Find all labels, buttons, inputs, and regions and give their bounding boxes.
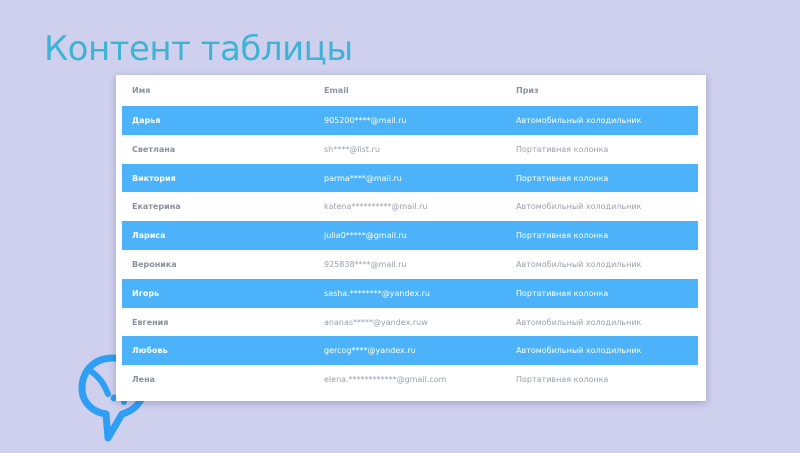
table-row: Евгения ananas*****@yandex.ruw Автомобил… — [122, 308, 698, 337]
table-header: Имя Email Приз — [116, 75, 706, 107]
cell-email: katena**********@mail.ru — [324, 202, 428, 212]
cell-prize: Автомобильный холодильник — [516, 116, 642, 125]
table-row: Екатерина katena**********@mail.ru Автом… — [122, 192, 698, 221]
cell-name: Лена — [132, 375, 155, 385]
cell-email: julia0*****@gmail.ru — [324, 231, 407, 241]
cell-prize: Портативная колонка — [516, 288, 609, 298]
cell-name: Дарья — [132, 116, 161, 125]
cell-prize: Портативная колонка — [516, 375, 609, 385]
cell-email: sasha.********@yandex.ru — [324, 288, 430, 298]
cell-prize: Автомобильный холодильник — [516, 259, 642, 269]
cell-name: Евгения — [132, 317, 169, 327]
cell-name: Виктория — [132, 173, 176, 183]
cell-prize: Портативная колонка — [516, 231, 609, 241]
cell-prize: Автомобильный холодильник — [516, 346, 642, 356]
page-title: Контент таблицы — [44, 29, 353, 69]
table-body: Дарья 905200****@mail.ru Автомобильный х… — [122, 106, 698, 394]
table-row: Игорь sasha.********@yandex.ru Портативн… — [122, 278, 698, 308]
column-header-email: Email — [324, 86, 349, 95]
cell-name: Любовь — [132, 346, 168, 356]
cell-email: parma****@mail.ru — [324, 173, 402, 183]
cell-email: sh****@list.ru — [324, 144, 380, 154]
table-row: Лариса julia0*****@gmail.ru Портативная … — [122, 221, 698, 250]
cell-prize: Автомобильный холодильник — [516, 202, 642, 212]
cell-prize: Портативная колонка — [516, 144, 609, 154]
table-row: Вероника 925838****@mail.ru Автомобильны… — [122, 250, 698, 279]
cell-name: Екатерина — [132, 202, 181, 212]
cell-name: Лариса — [132, 231, 166, 241]
cell-email: 905200****@mail.ru — [324, 116, 407, 125]
table-row: Виктория parma****@mail.ru Портативная к… — [122, 163, 698, 193]
cell-prize: Автомобильный холодильник — [516, 317, 642, 327]
cell-email: elena.************@gmail.com — [324, 375, 447, 385]
cell-email: 925838****@mail.ru — [324, 259, 407, 269]
cell-prize: Портативная колонка — [516, 173, 609, 183]
column-header-name: Имя — [132, 86, 151, 95]
table-card: Имя Email Приз Дарья 905200****@mail.ru … — [116, 75, 706, 401]
cell-email: ananas*****@yandex.ruw — [324, 317, 428, 327]
table-row: Дарья 905200****@mail.ru Автомобильный х… — [122, 106, 698, 135]
cell-name: Вероника — [132, 259, 177, 269]
cell-email: gercog****@yandex.ru — [324, 346, 416, 356]
column-header-prize: Приз — [516, 86, 539, 95]
cell-name: Игорь — [132, 288, 160, 298]
table-row: Любовь gercog****@yandex.ru Автомобильны… — [122, 336, 698, 366]
cell-name: Светлана — [132, 144, 176, 154]
table-row: Светлана sh****@list.ru Портативная коло… — [122, 135, 698, 164]
table-row: Лена elena.************@gmail.com Портат… — [122, 365, 698, 394]
